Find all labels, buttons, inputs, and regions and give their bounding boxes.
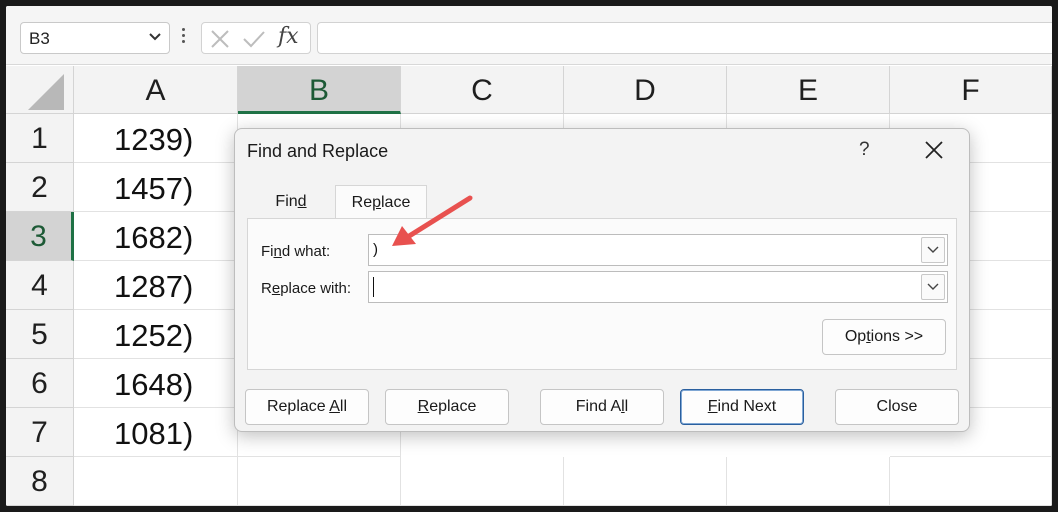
button-label: Op <box>844 328 867 345</box>
cell-value: 1457) <box>114 171 194 206</box>
row-header-4[interactable]: 4 <box>6 261 74 310</box>
cell-a8[interactable] <box>74 457 238 506</box>
cell-a3[interactable]: 1682) <box>74 212 238 261</box>
chevron-down-icon <box>927 283 939 290</box>
column-header-c[interactable]: C <box>401 66 564 114</box>
cell-a1[interactable]: 1239) <box>74 114 238 163</box>
cancel-icon[interactable] <box>210 29 230 49</box>
button-label: Replace <box>266 398 330 415</box>
cell-b8[interactable] <box>238 457 401 506</box>
find-what-value: ) <box>373 241 378 258</box>
replace-with-dropdown[interactable] <box>921 274 945 300</box>
tab-label: Fin <box>275 193 298 210</box>
column-header-f[interactable]: F <box>890 66 1052 114</box>
row-header-1[interactable]: 1 <box>6 114 74 163</box>
row-header-7[interactable]: 7 <box>6 408 74 457</box>
close-button[interactable]: Close <box>835 389 959 425</box>
find-what-label: Find what: <box>261 243 330 260</box>
text-cursor <box>373 277 374 297</box>
find-what-dropdown[interactable] <box>921 237 945 263</box>
label-accesskey: e <box>271 280 281 297</box>
cell-value: 1239) <box>114 122 194 157</box>
cell-value: 1252) <box>114 318 194 353</box>
annotation-arrow-icon <box>392 195 473 246</box>
close-icon[interactable] <box>923 139 945 161</box>
cell-c8[interactable] <box>401 457 564 506</box>
button-label: eplace <box>429 398 477 415</box>
select-all-corner[interactable] <box>6 66 74 114</box>
column-header-a[interactable]: A <box>74 66 238 114</box>
chevron-down-icon <box>927 246 939 253</box>
enter-check-icon[interactable] <box>242 29 266 49</box>
column-header-d[interactable]: D <box>564 66 727 114</box>
formula-bar: B3 fx <box>6 6 1052 65</box>
more-options-icon[interactable] <box>182 28 186 48</box>
cell-f8[interactable] <box>890 457 1052 506</box>
find-next-button[interactable]: Find Next <box>680 389 804 425</box>
label-text: place with: <box>280 280 352 297</box>
label-text: R <box>261 280 272 297</box>
button-accesskey: R <box>417 398 430 415</box>
replace-with-input[interactable] <box>368 271 948 303</box>
row-header-6[interactable]: 6 <box>6 359 74 408</box>
button-label: ind Next <box>717 398 777 415</box>
tab-label-accesskey: d <box>297 193 307 210</box>
row-header-5[interactable]: 5 <box>6 310 74 359</box>
tab-find[interactable]: Find <box>247 185 335 219</box>
button-label: ll <box>339 398 348 415</box>
cell-value: 1287) <box>114 269 194 304</box>
cell-a7[interactable]: 1081) <box>74 408 238 457</box>
row-header-3[interactable]: 3 <box>6 212 74 261</box>
button-label: ions >> <box>870 328 924 345</box>
select-all-icon <box>28 74 64 110</box>
cell-a4[interactable]: 1287) <box>74 261 238 310</box>
cell-a5[interactable]: 1252) <box>74 310 238 359</box>
tab-label: Re <box>351 194 373 211</box>
insert-function-icon[interactable]: fx <box>278 24 299 49</box>
label-text: Fi <box>261 243 274 260</box>
cell-value: 1081) <box>114 416 194 451</box>
find-all-button[interactable]: Find All <box>540 389 664 425</box>
cell-a6[interactable]: 1648) <box>74 359 238 408</box>
tab-label-accesskey: p <box>372 194 381 211</box>
cell-e8[interactable] <box>727 457 890 506</box>
button-accesskey: F <box>707 398 718 415</box>
excel-window: B3 fx A B C D E F 1 2 3 4 5 6 7 8 1239) … <box>6 6 1052 506</box>
row-header-2[interactable]: 2 <box>6 163 74 212</box>
button-label: l <box>624 398 629 415</box>
dialog-title: Find and Replace <box>247 141 389 161</box>
options-button[interactable]: Options >> <box>822 319 946 355</box>
replace-panel: Find what: ) Replace with: Options >> <box>247 218 957 370</box>
row-header-8[interactable]: 8 <box>6 457 74 506</box>
column-header-e[interactable]: E <box>727 66 890 114</box>
chevron-down-icon[interactable] <box>147 28 163 46</box>
find-replace-dialog: Find and Replace ? Find Replace Find wha… <box>234 128 970 432</box>
label-text: d what: <box>281 243 331 260</box>
button-accesskey: A <box>329 398 340 415</box>
formula-controls: fx <box>201 22 311 54</box>
label-accesskey: n <box>273 243 282 260</box>
name-box-value: B3 <box>29 29 50 48</box>
column-header-b[interactable]: B <box>238 66 401 114</box>
replace-button[interactable]: Replace <box>385 389 509 425</box>
cell-value: 1648) <box>114 367 194 402</box>
replace-with-label: Replace with: <box>261 280 351 297</box>
button-label: Find A <box>575 398 622 415</box>
help-button[interactable]: ? <box>859 139 870 161</box>
name-box[interactable]: B3 <box>20 22 170 54</box>
cell-value: 1682) <box>114 220 194 255</box>
formula-input[interactable] <box>317 22 1052 54</box>
cell-a2[interactable]: 1457) <box>74 163 238 212</box>
replace-all-button[interactable]: Replace All <box>245 389 369 425</box>
cell-d8[interactable] <box>564 457 727 506</box>
